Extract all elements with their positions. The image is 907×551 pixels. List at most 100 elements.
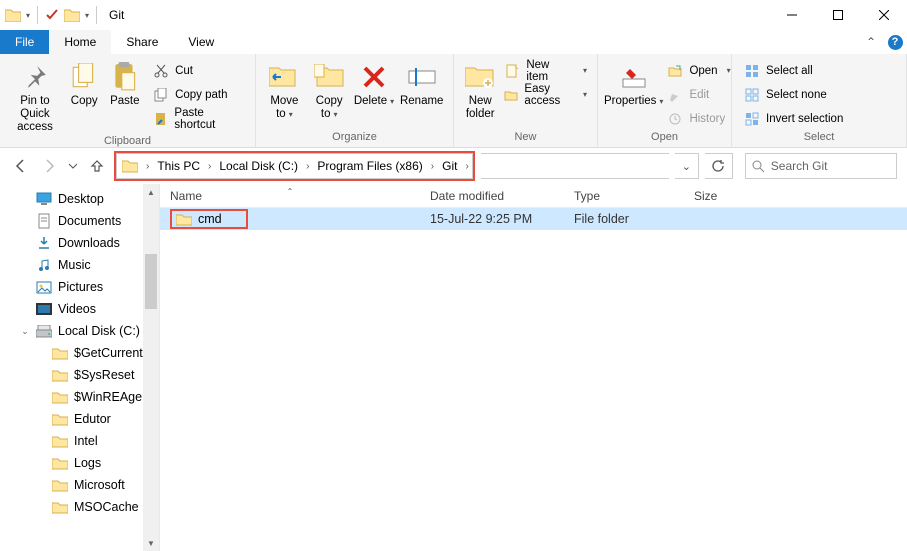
address-bar-highlight: › This PC › Local Disk (C:) › Program Fi… bbox=[114, 151, 475, 181]
tree-label: Pictures bbox=[58, 280, 103, 294]
previous-locations-button[interactable]: ⌄ bbox=[675, 153, 699, 179]
breadcrumb-sep-icon[interactable]: › bbox=[303, 161, 312, 172]
search-box[interactable]: Search Git bbox=[745, 153, 897, 179]
tree-sub-item[interactable]: Intel bbox=[0, 430, 159, 452]
scroll-down-icon[interactable]: ▼ bbox=[143, 535, 159, 551]
ribbon-collapse-icon[interactable]: ⌃ bbox=[859, 30, 883, 54]
easy-access-button[interactable]: Easy access▾ bbox=[500, 84, 591, 105]
folder-icon bbox=[51, 498, 69, 516]
copy-to-button[interactable]: Copy to▾ bbox=[307, 57, 352, 121]
breadcrumb-program-files[interactable]: Program Files (x86) bbox=[312, 154, 427, 178]
pin-to-quick-access-button[interactable]: Pin to Quick access bbox=[6, 57, 64, 135]
help-button[interactable]: ? bbox=[883, 30, 907, 54]
copy-label: Copy bbox=[71, 95, 98, 108]
tree-sub-item[interactable]: $WinREAgent bbox=[0, 386, 159, 408]
rename-button[interactable]: Rename bbox=[396, 57, 447, 108]
paste-icon bbox=[112, 61, 138, 93]
qat-customize-icon[interactable]: ▾ bbox=[83, 11, 91, 20]
back-button[interactable] bbox=[10, 155, 32, 177]
breadcrumb-git[interactable]: Git bbox=[437, 154, 462, 178]
select-all-button[interactable]: Select all bbox=[740, 60, 847, 81]
new-item-icon bbox=[504, 63, 520, 79]
open-label: Open bbox=[689, 65, 717, 77]
delete-label: Delete bbox=[354, 95, 387, 107]
tree-sub-item[interactable]: $GetCurrent bbox=[0, 342, 159, 364]
copy-path-icon bbox=[153, 87, 169, 103]
list-row[interactable]: cmd 15-Jul-22 9:25 PM File folder bbox=[160, 208, 907, 230]
tree-sub-item[interactable]: Logs bbox=[0, 452, 159, 474]
tab-home[interactable]: Home bbox=[49, 30, 111, 54]
tree-sub-item[interactable]: Microsoft bbox=[0, 474, 159, 496]
new-item-button[interactable]: New item▾ bbox=[500, 60, 591, 81]
address-bar[interactable]: › This PC › Local Disk (C:) › Program Fi… bbox=[116, 153, 473, 179]
move-to-label: Move to bbox=[270, 95, 298, 120]
qat-properties-icon[interactable] bbox=[43, 7, 60, 24]
scroll-up-icon[interactable]: ▲ bbox=[143, 184, 159, 200]
tree-scrollbar[interactable]: ▲ ▼ bbox=[143, 184, 159, 551]
main-area: Desktop Documents Downloads Music Pictur… bbox=[0, 184, 907, 551]
breadcrumb-sep-icon[interactable]: › bbox=[143, 161, 152, 172]
qat-dropdown-icon[interactable]: ▾ bbox=[24, 11, 32, 20]
tree-label: Downloads bbox=[58, 236, 120, 250]
refresh-button[interactable] bbox=[705, 153, 733, 179]
cut-button[interactable]: Cut bbox=[149, 60, 249, 81]
drive-icon bbox=[35, 322, 53, 340]
ribbon-tabs: File Home Share View ⌃ ? bbox=[0, 30, 907, 54]
paste-shortcut-button[interactable]: Paste shortcut bbox=[149, 108, 249, 129]
edit-button[interactable]: Edit bbox=[663, 84, 734, 105]
breadcrumb-sep-icon[interactable]: › bbox=[428, 161, 437, 172]
minimize-button[interactable] bbox=[769, 0, 815, 30]
tree-desktop[interactable]: Desktop bbox=[0, 188, 159, 210]
tree-downloads[interactable]: Downloads bbox=[0, 232, 159, 254]
new-folder-button[interactable]: New folder bbox=[460, 57, 500, 121]
folder-icon bbox=[51, 410, 69, 428]
organize-group-label: Organize bbox=[256, 131, 453, 147]
delete-button[interactable]: Delete▾ bbox=[352, 57, 397, 108]
tree-sub-item[interactable]: $SysReset bbox=[0, 364, 159, 386]
maximize-button[interactable] bbox=[815, 0, 861, 30]
tree-sub-item[interactable]: Edutor bbox=[0, 408, 159, 430]
tab-view[interactable]: View bbox=[173, 30, 229, 54]
tree-music[interactable]: Music bbox=[0, 254, 159, 276]
folder-icon bbox=[51, 476, 69, 494]
tree-documents[interactable]: Documents bbox=[0, 210, 159, 232]
properties-button[interactable]: Properties▾ bbox=[604, 57, 663, 108]
move-to-button[interactable]: Move to▾ bbox=[262, 57, 307, 121]
videos-icon bbox=[35, 300, 53, 318]
paste-button[interactable]: Paste bbox=[105, 57, 146, 108]
tree-pictures[interactable]: Pictures bbox=[0, 276, 159, 298]
tab-file[interactable]: File bbox=[0, 30, 49, 54]
close-button[interactable] bbox=[861, 0, 907, 30]
copy-button[interactable]: Copy bbox=[64, 57, 105, 108]
new-item-label: New item bbox=[526, 59, 574, 83]
breadcrumb-sep-icon[interactable]: › bbox=[205, 161, 214, 172]
chevron-down-icon[interactable]: ⌄ bbox=[20, 326, 30, 337]
new-folder-icon bbox=[465, 61, 495, 93]
qat-folder-icon[interactable] bbox=[63, 7, 80, 24]
copy-path-button[interactable]: Copy path bbox=[149, 84, 249, 105]
address-bar-extra[interactable] bbox=[481, 153, 669, 179]
tab-share[interactable]: Share bbox=[111, 30, 173, 54]
column-size[interactable]: Size bbox=[684, 189, 907, 203]
nav-row: › This PC › Local Disk (C:) › Program Fi… bbox=[0, 148, 907, 184]
column-name[interactable]: ⌃Name bbox=[160, 189, 420, 203]
documents-icon bbox=[35, 212, 53, 230]
up-button[interactable] bbox=[86, 155, 108, 177]
column-type[interactable]: Type bbox=[564, 189, 684, 203]
forward-button[interactable] bbox=[38, 155, 60, 177]
breadcrumb-sep-icon[interactable]: › bbox=[462, 161, 471, 172]
select-none-button[interactable]: Select none bbox=[740, 84, 847, 105]
open-button[interactable]: Open▾ bbox=[663, 60, 734, 81]
invert-selection-button[interactable]: Invert selection bbox=[740, 108, 847, 129]
recent-locations-button[interactable] bbox=[66, 155, 80, 177]
tree-sub-item[interactable]: MSOCache bbox=[0, 496, 159, 518]
qat-separator bbox=[96, 6, 97, 24]
tree-local-disk[interactable]: ⌄Local Disk (C:) bbox=[0, 320, 159, 342]
breadcrumb-this-pc[interactable]: This PC bbox=[152, 154, 205, 178]
column-date[interactable]: Date modified bbox=[420, 189, 564, 203]
tree-videos[interactable]: Videos bbox=[0, 298, 159, 320]
history-button[interactable]: History bbox=[663, 108, 734, 129]
breadcrumb-local-disk[interactable]: Local Disk (C:) bbox=[214, 154, 303, 178]
scroll-thumb[interactable] bbox=[145, 254, 157, 309]
select-all-icon bbox=[744, 63, 760, 79]
